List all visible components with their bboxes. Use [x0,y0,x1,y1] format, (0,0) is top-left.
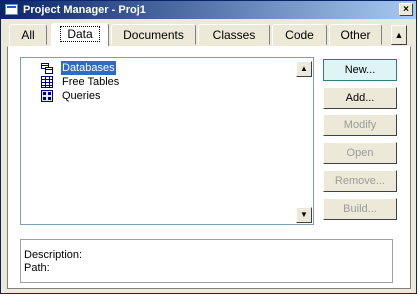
open-button[interactable]: Open [323,142,397,164]
tree-item-label: Free Tables [62,76,120,88]
remove-button[interactable]: Remove... [323,170,397,192]
tab-scroll-button[interactable]: ▲ [391,25,407,45]
project-tree[interactable]: Databases Free Tables Queries ▲ ▼ [20,57,314,225]
tree-scrollbar[interactable]: ▲ ▼ [296,59,312,223]
path-label: Path: [24,262,50,274]
tab-code[interactable]: Code [272,24,327,45]
database-icon [41,62,53,74]
tab-all[interactable]: All [9,24,47,45]
tree-item-label: Databases [61,61,116,75]
query-icon [41,90,53,102]
project-manager-icon [5,4,18,15]
info-box: Description: Path: [20,239,393,283]
description-label: Description: [24,249,83,261]
project-manager-window: Project Manager - Proj1 × All Data Docum… [0,0,417,294]
add-button[interactable]: Add... [323,87,397,109]
tab-strip: All Data Documents Classes Code Other [7,23,382,47]
title-bar[interactable]: Project Manager - Proj1 × [1,1,416,19]
table-icon [41,76,53,88]
tree-item-label: Queries [62,90,101,102]
close-button[interactable]: × [399,3,413,16]
tab-classes[interactable]: Classes [198,24,270,45]
scroll-up-button[interactable]: ▲ [296,61,312,77]
tab-data[interactable]: Data [51,23,109,47]
modify-button[interactable]: Modify [323,114,397,136]
new-button[interactable]: New... [323,59,397,81]
tab-data-label: Data [60,26,100,42]
tab-other[interactable]: Other [329,24,382,45]
window-title: Project Manager - Proj1 [23,4,146,16]
tab-documents[interactable]: Documents [111,24,196,45]
build-button[interactable]: Build... [323,198,397,220]
scroll-down-button[interactable]: ▼ [296,207,312,223]
